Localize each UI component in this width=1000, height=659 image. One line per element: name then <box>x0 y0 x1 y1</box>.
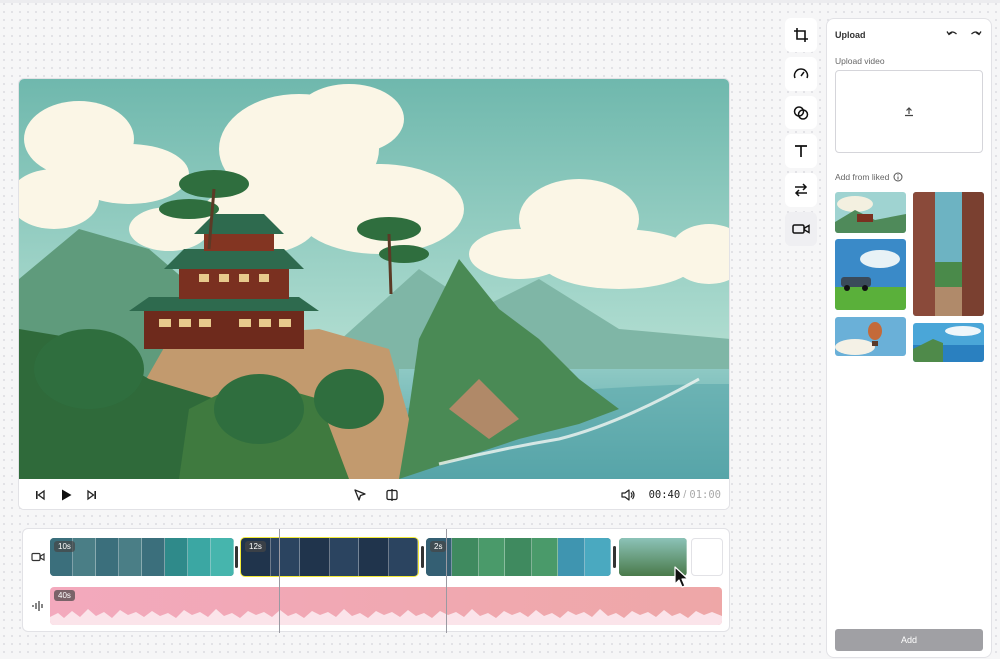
clip-trim-handle[interactable] <box>421 546 424 568</box>
liked-video-thumbnail[interactable] <box>913 192 984 316</box>
skip-forward-icon <box>87 489 96 501</box>
add-from-liked-label: Add from liked <box>835 172 903 182</box>
player-controls: 00:40 / 01:00 <box>19 479 729 509</box>
text-icon <box>795 145 807 158</box>
time-group: 00:40 / 01:00 <box>617 484 721 506</box>
clip-duration-badge: 40s <box>54 590 75 601</box>
crop-icon <box>794 27 808 42</box>
skip-back-icon <box>36 489 45 501</box>
video-clip-selected[interactable]: 12s <box>240 537 419 577</box>
current-time: 00:40 <box>648 489 681 501</box>
skip-back-button[interactable] <box>29 484 51 506</box>
top-border <box>0 0 1000 3</box>
clip-trim-handle[interactable] <box>613 546 616 568</box>
upload-panel: Upload Upload video Add from liked Add <box>826 18 992 658</box>
split-button[interactable] <box>381 484 403 506</box>
clip-trim-handle[interactable] <box>235 546 238 568</box>
clip-thumbnails <box>426 538 611 576</box>
tool-transition[interactable] <box>785 173 817 208</box>
clip-thumbnails <box>50 538 234 576</box>
skip-forward-button[interactable] <box>81 484 103 506</box>
redo-button[interactable] <box>967 25 985 43</box>
empty-clip-slot[interactable] <box>691 538 723 576</box>
upload-dropzone[interactable] <box>835 70 983 153</box>
mouse-cursor-icon <box>674 566 689 588</box>
audio-track-icon <box>29 597 47 615</box>
liked-video-thumbnail[interactable] <box>835 317 906 356</box>
pointer-icon <box>354 489 366 501</box>
playback-group <box>29 484 103 506</box>
timeline: 10s 12s 2s 40s <box>22 528 730 633</box>
video-preview: 00:40 / 01:00 <box>18 78 730 510</box>
split-icon <box>386 489 398 501</box>
total-time: 01:00 <box>689 489 721 501</box>
video-icon <box>792 224 810 234</box>
clip-duration-badge: 2s <box>430 541 447 552</box>
upload-icon <box>905 106 913 116</box>
undo-button[interactable] <box>943 25 961 43</box>
redo-icon <box>971 31 982 36</box>
clip-duration-badge: 10s <box>54 541 75 552</box>
tool-overlay[interactable] <box>785 95 817 130</box>
play-icon <box>62 489 72 501</box>
add-from-liked-text: Add from liked <box>835 172 890 182</box>
add-button[interactable]: Add <box>835 629 983 651</box>
info-icon[interactable] <box>893 172 903 182</box>
video-track-icon <box>29 548 47 566</box>
audio-waveform <box>50 609 722 625</box>
liked-video-thumbnail[interactable] <box>835 239 906 310</box>
tool-crop[interactable] <box>785 18 817 52</box>
speed-icon <box>793 68 809 79</box>
panel-title: Upload <box>835 30 866 40</box>
edit-tools-group <box>349 484 403 506</box>
clip-duration-badge: 12s <box>245 541 266 552</box>
liked-video-thumbnail[interactable] <box>835 192 906 233</box>
volume-button[interactable] <box>617 484 639 506</box>
clip-thumbnails <box>241 538 418 576</box>
time-separator: / <box>683 489 687 501</box>
video-clip[interactable]: 10s <box>50 538 234 576</box>
volume-icon <box>620 489 635 501</box>
tool-speed[interactable] <box>785 56 817 91</box>
liked-video-thumbnail[interactable] <box>913 323 984 362</box>
tool-video[interactable] <box>785 212 817 246</box>
audio-clip[interactable]: 40s <box>50 587 722 625</box>
playhead-marker[interactable] <box>446 529 447 633</box>
tool-text[interactable] <box>785 134 817 169</box>
playhead-marker[interactable] <box>279 529 280 633</box>
transition-icon <box>794 183 808 197</box>
overlay-icon <box>793 105 809 120</box>
upload-video-label: Upload video <box>835 56 885 66</box>
undo-icon <box>946 31 957 36</box>
select-tool-button[interactable] <box>349 484 371 506</box>
tool-rail <box>785 18 819 246</box>
preview-frame-image <box>19 79 729 479</box>
play-button[interactable] <box>55 484 77 506</box>
video-clip[interactable]: 2s <box>426 538 611 576</box>
